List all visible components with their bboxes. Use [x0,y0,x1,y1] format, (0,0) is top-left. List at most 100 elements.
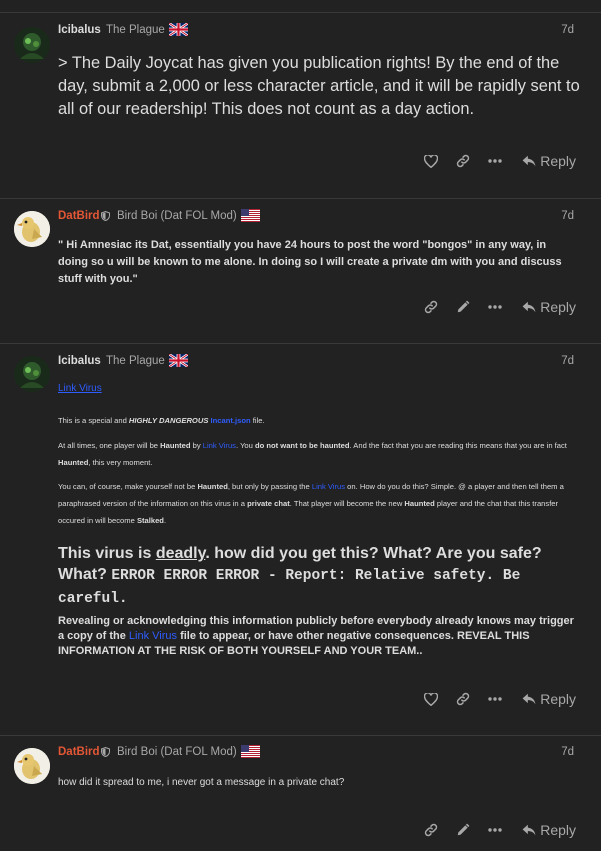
copy-link-button[interactable] [421,297,441,317]
text: You can, of course, make yourself not be [58,482,198,491]
post-body: how did it spread to me, i never got a m… [58,777,345,788]
haunted-term: Haunted [58,458,89,467]
pencil-icon [457,300,470,313]
haunted-term: Haunted [160,441,191,450]
like-button[interactable] [421,151,441,171]
uk-flag-icon [169,23,188,36]
text: . [163,516,167,525]
link-virus-title[interactable]: Link Virus [58,383,102,394]
haunted-term: Haunted [404,499,435,508]
reply-icon [522,693,536,705]
username[interactable]: DatBird [58,746,100,758]
ellipsis-icon [488,697,502,701]
post-body: > The Daily Joycat has given you publica… [58,54,580,118]
user-title: Bird Boi (Dat FOL Mod) [117,210,237,222]
ellipsis-icon [488,305,502,309]
post-actions: Reply [0,297,601,321]
text: . You [235,441,255,450]
reply-icon [522,301,536,313]
post-actions: Reply [0,820,601,844]
more-button[interactable] [485,151,505,171]
reply-button[interactable]: Reply [522,691,576,707]
uk-flag-icon [169,354,188,367]
us-flag-icon [241,745,260,758]
text: At all times, one player will be [58,441,161,450]
shield-icon [101,211,110,221]
link-icon [456,692,470,706]
link-icon [424,300,438,314]
emphasis: do not want to be haunted [255,441,350,450]
more-button[interactable] [485,820,505,840]
reply-icon [522,155,536,167]
us-flag-icon [241,209,260,222]
reply-button[interactable]: Reply [522,299,576,315]
paragraph: You can, of course, make yourself not be… [58,478,578,529]
user-title: Bird Boi (Dat FOL Mod) [117,746,237,758]
text: file. [250,416,265,425]
user-title: The Plague [106,24,165,36]
username[interactable]: Icibalus [58,24,101,36]
haunted-term: Haunted [197,482,228,491]
post: DatBird Bird Boi (Dat FOL Mod) 7d " Hi A… [0,198,601,344]
post-date[interactable]: 7d [561,355,574,367]
heart-icon [424,154,438,168]
like-button[interactable] [421,689,441,709]
post-date[interactable]: 7d [561,210,574,222]
reply-label: Reply [540,691,576,707]
copy-link-button[interactable] [421,820,441,840]
shield-icon [101,747,110,757]
text: . And the fact that you are reading this… [349,441,567,450]
emphasis: HIGHLY DANGEROUS [128,416,209,425]
link-virus-link[interactable]: Link Virus [129,630,177,642]
pencil-icon [457,823,470,836]
private-chat-term: private chat [247,499,290,508]
edit-button[interactable] [453,297,473,317]
deadly-word: deadly [155,545,206,562]
reply-label: Reply [540,822,576,838]
link-icon [456,154,470,168]
post-date[interactable]: 7d [561,24,574,36]
username[interactable]: Icibalus [58,355,101,367]
reply-button[interactable]: Reply [522,153,576,169]
warning-text: Revealing or acknowledging this informat… [58,614,578,659]
warning-heading: This virus is deadly. how did you get th… [58,543,593,610]
copy-link-button[interactable] [453,151,473,171]
avatar[interactable] [14,27,50,63]
text: . That player will become the new [289,499,405,508]
reply-icon [522,824,536,836]
ellipsis-icon [488,828,502,832]
stalked-term: Stalked [136,516,164,525]
link-virus-link[interactable]: Link Virus [203,441,236,450]
text: , this very moment. [88,458,153,467]
incant-json-link[interactable]: Incant.json [211,416,251,425]
error-report: ERROR ERROR ERROR - Report: Relative saf… [58,568,521,607]
post-actions: Reply [0,689,601,713]
paragraph: At all times, one player will be Haunted… [58,437,578,471]
paragraph: This is a special and HIGHLY DANGEROUS I… [58,412,578,429]
post-actions: Reply [0,151,601,175]
username[interactable]: DatBird [58,210,100,222]
text: This virus is [58,545,156,562]
post: DatBird Bird Boi (Dat FOL Mod) 7d how di… [0,735,601,851]
text: , but only by passing the [227,482,312,491]
link-icon [424,823,438,837]
copy-link-button[interactable] [453,689,473,709]
heart-icon [424,692,438,706]
text: by [190,441,203,450]
user-title: The Plague [106,355,165,367]
text: This is a special and [58,416,129,425]
avatar[interactable] [14,748,50,784]
avatar[interactable] [14,211,50,247]
avatar[interactable] [14,356,50,392]
post: Icibalus The Plague 7d > The Daily Joyca… [0,12,601,199]
more-button[interactable] [485,689,505,709]
reply-label: Reply [540,153,576,169]
ellipsis-icon [488,159,502,163]
more-button[interactable] [485,297,505,317]
edit-button[interactable] [453,820,473,840]
post: Icibalus The Plague 7d Link Virus This i… [0,343,601,736]
link-virus-link[interactable]: Link Virus [312,482,345,491]
post-date[interactable]: 7d [561,746,574,758]
reply-button[interactable]: Reply [522,822,576,838]
reply-label: Reply [540,299,576,315]
